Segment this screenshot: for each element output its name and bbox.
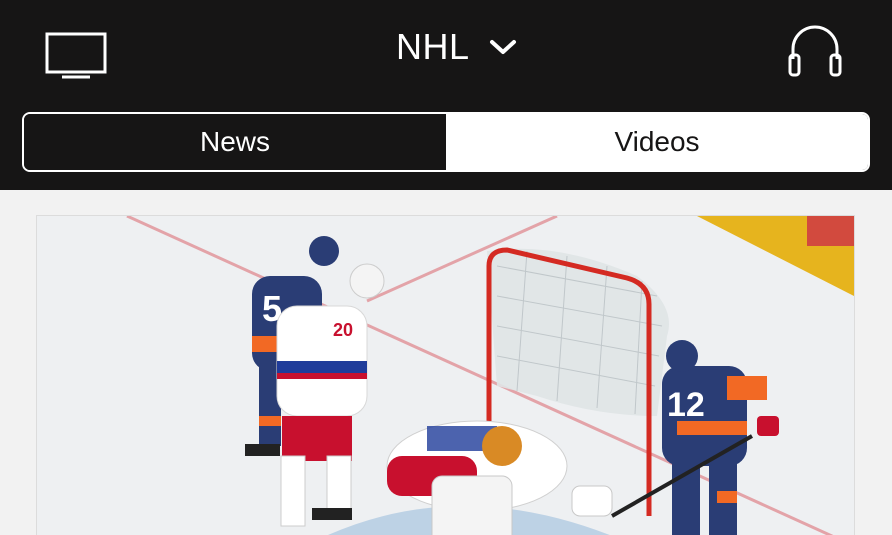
tv-icon <box>45 32 107 79</box>
tab-news-label: News <box>199 126 270 157</box>
news-videos-tabs: News Videos <box>22 112 870 172</box>
chevron-down-icon <box>488 37 518 57</box>
league-selector[interactable]: NHL <box>396 22 518 72</box>
tab-videos-label: Videos <box>614 126 700 157</box>
tab-videos[interactable]: Videos <box>446 114 868 170</box>
svg-text:12: 12 <box>667 386 705 424</box>
tab-news[interactable]: News <box>24 114 446 170</box>
audio-button[interactable] <box>782 16 848 82</box>
news-feed: 5 20 12 <box>0 190 892 535</box>
headphones-icon <box>788 25 842 77</box>
league-label: NHL <box>396 26 470 67</box>
top-bar: NHL News Videos <box>0 0 892 190</box>
svg-text:20: 20 <box>333 320 353 340</box>
app-root: NHL News Videos 5 20 12 <box>0 0 892 535</box>
news-card-image[interactable]: 5 20 12 <box>37 216 854 535</box>
tv-button[interactable] <box>36 26 116 86</box>
hockey-photo: 5 20 12 <box>37 216 854 535</box>
